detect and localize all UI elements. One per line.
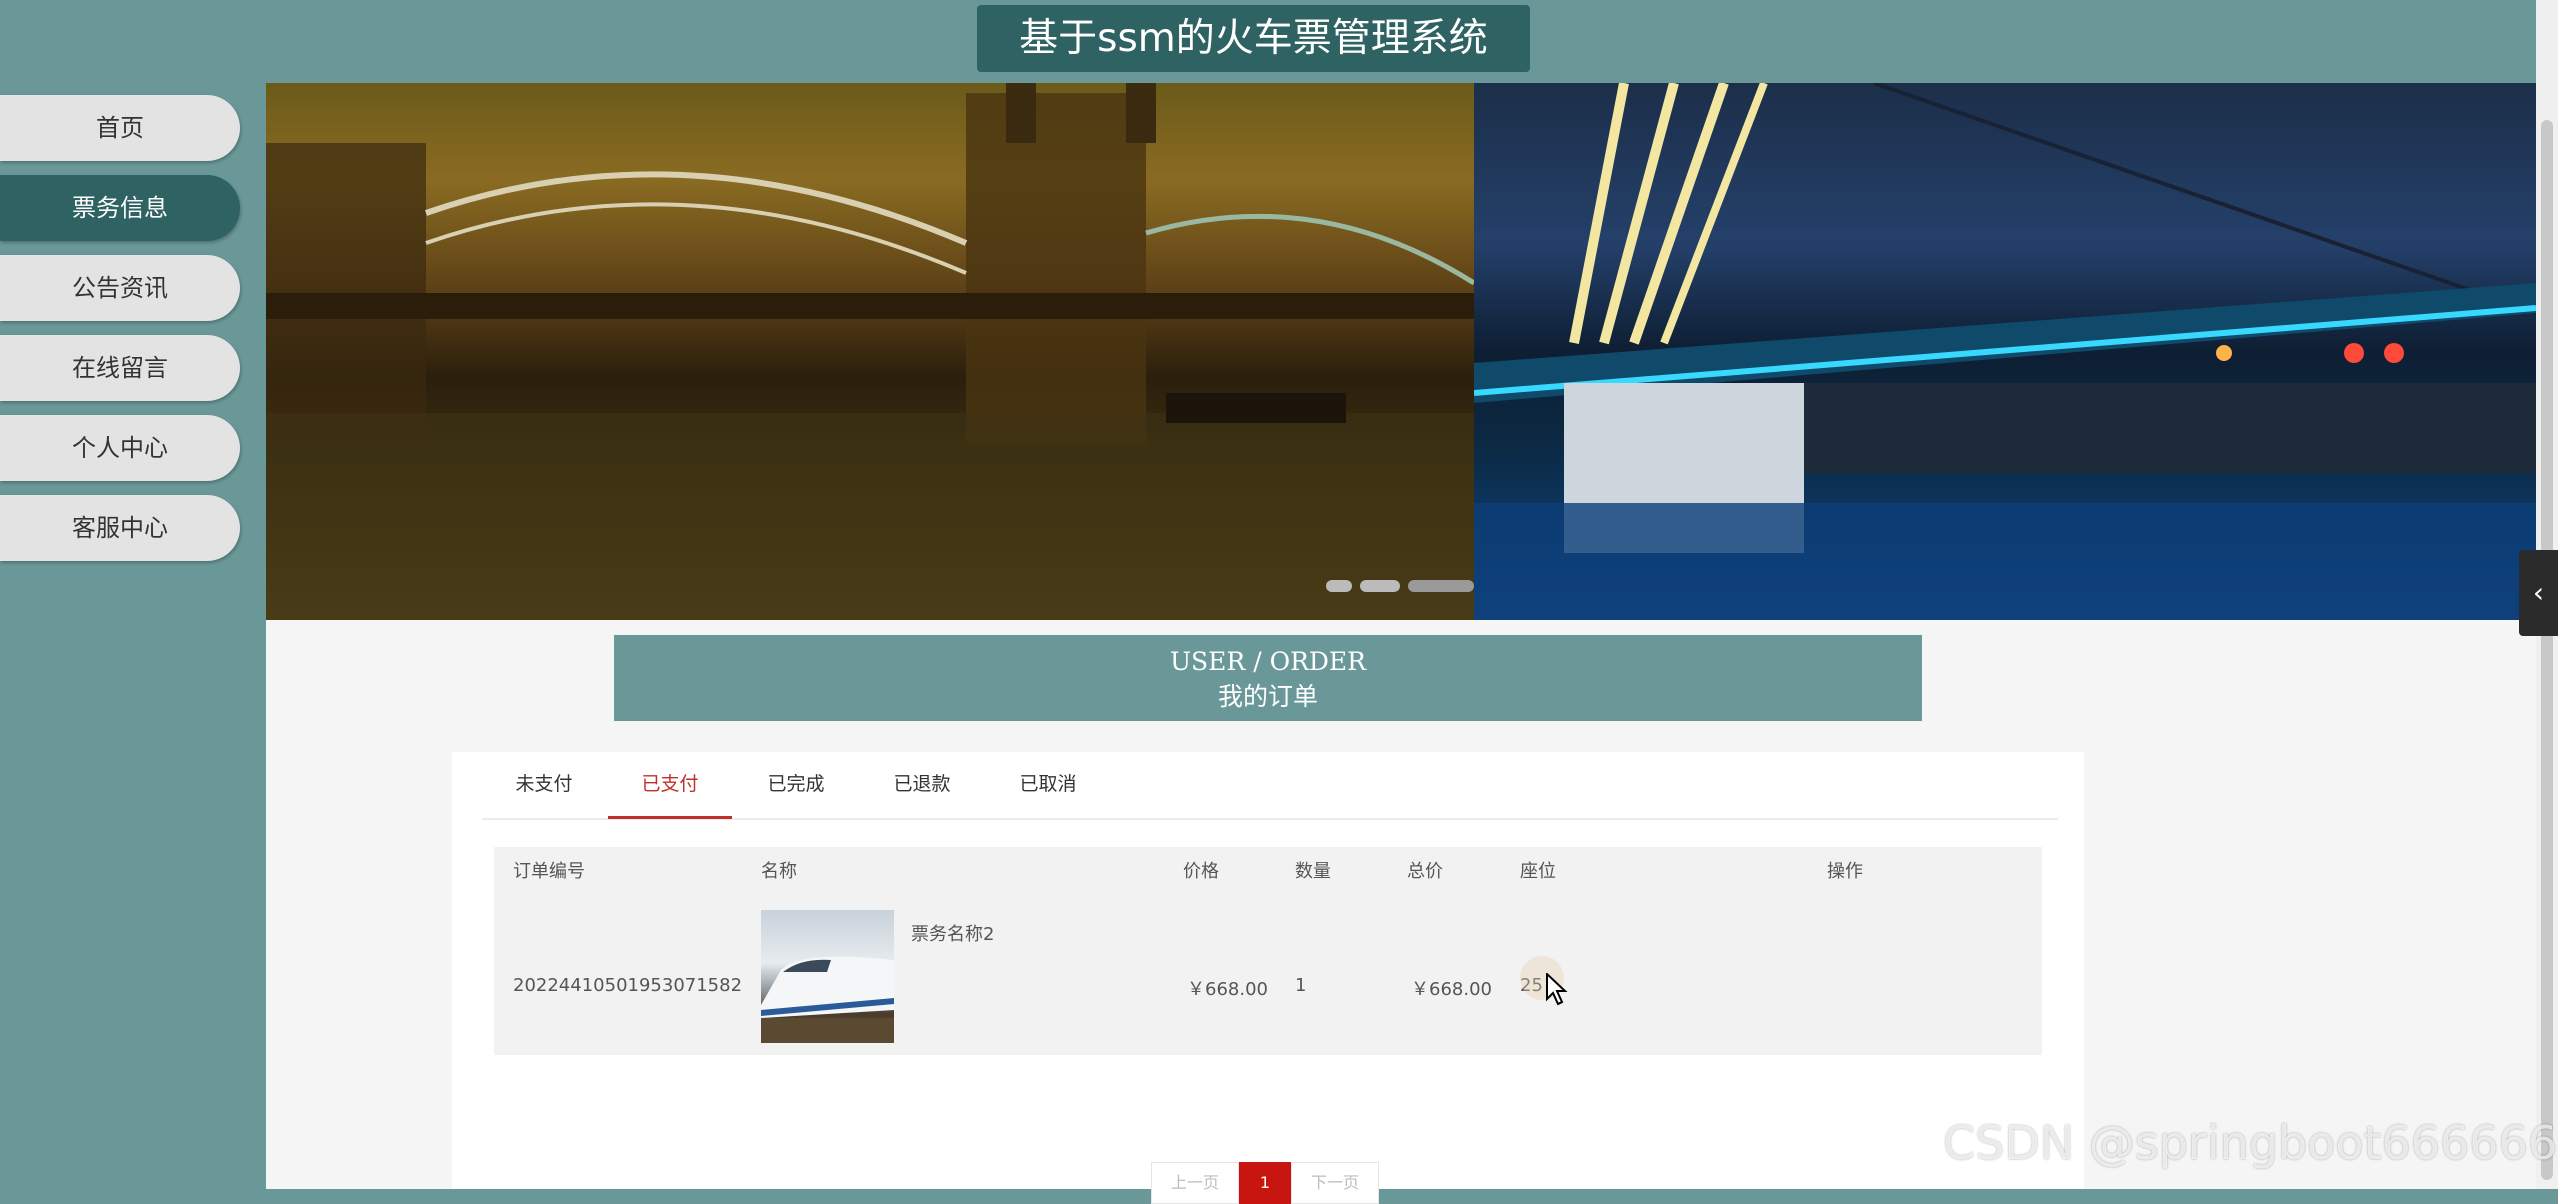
header-price: 价格: [1183, 861, 1219, 882]
chevron-left-icon: ‹: [2532, 576, 2545, 609]
main-content: USER / ORDER 我的订单 未支付 已支付 已完成 已退款 已取消 订单…: [266, 83, 2536, 1204]
ticket-thumbnail[interactable]: [761, 910, 894, 1043]
page-1-button[interactable]: 1: [1239, 1162, 1291, 1204]
bridge-illustration: [266, 83, 1476, 620]
next-page-button[interactable]: 下一页: [1291, 1162, 1379, 1204]
header-order-no: 订单编号: [513, 861, 585, 882]
banner-image-night-bridge: [1473, 83, 2536, 620]
section-title-en: USER / ORDER: [1169, 647, 1367, 676]
scrollbar-thumb[interactable]: [2541, 120, 2553, 1180]
sidebar-item-tickets[interactable]: 票务信息: [0, 175, 240, 241]
carousel-dot-2[interactable]: [1360, 580, 1400, 592]
train-image: [761, 956, 894, 1043]
mouse-cursor-icon: [1546, 973, 1568, 1006]
sidebar-item-messages[interactable]: 在线留言: [0, 335, 240, 401]
carousel-dot-1[interactable]: [1326, 580, 1352, 592]
sidebar-item-home[interactable]: 首页: [0, 95, 240, 161]
header-action: 操作: [1827, 861, 1863, 882]
collapse-panel-button[interactable]: ‹: [2519, 550, 2558, 636]
tab-completed[interactable]: 已完成: [734, 752, 858, 816]
order-panel: 未支付 已支付 已完成 已退款 已取消 订单编号 名称 价格 数量 总价 座位 …: [452, 752, 2084, 1204]
tab-unpaid[interactable]: 未支付: [482, 752, 606, 816]
quantity-cell: 1: [1295, 975, 1307, 996]
header-quantity: 数量: [1295, 861, 1331, 882]
price-cell: ￥668.00: [1187, 979, 1268, 1000]
watermark: CSDN @springboot666666: [1943, 1116, 2558, 1170]
header-name: 名称: [761, 861, 797, 882]
banner-image-bridge: [266, 83, 1476, 620]
sidebar-item-news[interactable]: 公告资讯: [0, 255, 240, 321]
tab-cancelled[interactable]: 已取消: [986, 752, 1110, 816]
site-title: 基于ssm的火车票管理系统: [977, 5, 1530, 72]
sidebar-item-support[interactable]: 客服中心: [0, 495, 240, 561]
tab-paid[interactable]: 已支付: [608, 752, 732, 819]
header-total: 总价: [1407, 861, 1443, 882]
ticket-name[interactable]: 票务名称2: [911, 920, 994, 946]
total-cell: ￥668.00: [1411, 979, 1492, 1000]
order-status-tabs: 未支付 已支付 已完成 已退款 已取消: [482, 752, 2058, 820]
header-seat: 座位: [1520, 861, 1556, 882]
order-number: 20224410501953071582: [513, 975, 743, 996]
tab-refunded[interactable]: 已退款: [860, 752, 984, 816]
section-header: USER / ORDER 我的订单: [614, 635, 1922, 721]
header: 基于ssm的火车票管理系统: [0, 0, 2536, 83]
carousel-indicators: [1326, 580, 1486, 594]
prev-page-button[interactable]: 上一页: [1151, 1162, 1239, 1204]
night-bridge-illustration: [1473, 83, 2536, 620]
section-title-cn: 我的订单: [1217, 682, 1318, 711]
banner-carousel[interactable]: [266, 83, 2536, 620]
sidebar: 首页 票务信息 公告资讯 在线留言 个人中心 客服中心: [0, 83, 266, 1189]
sidebar-item-profile[interactable]: 个人中心: [0, 415, 240, 481]
order-table: 订单编号 名称 价格 数量 总价 座位 操作 20224410501953071…: [494, 847, 2042, 1055]
carousel-dot-3[interactable]: [1408, 580, 1474, 592]
